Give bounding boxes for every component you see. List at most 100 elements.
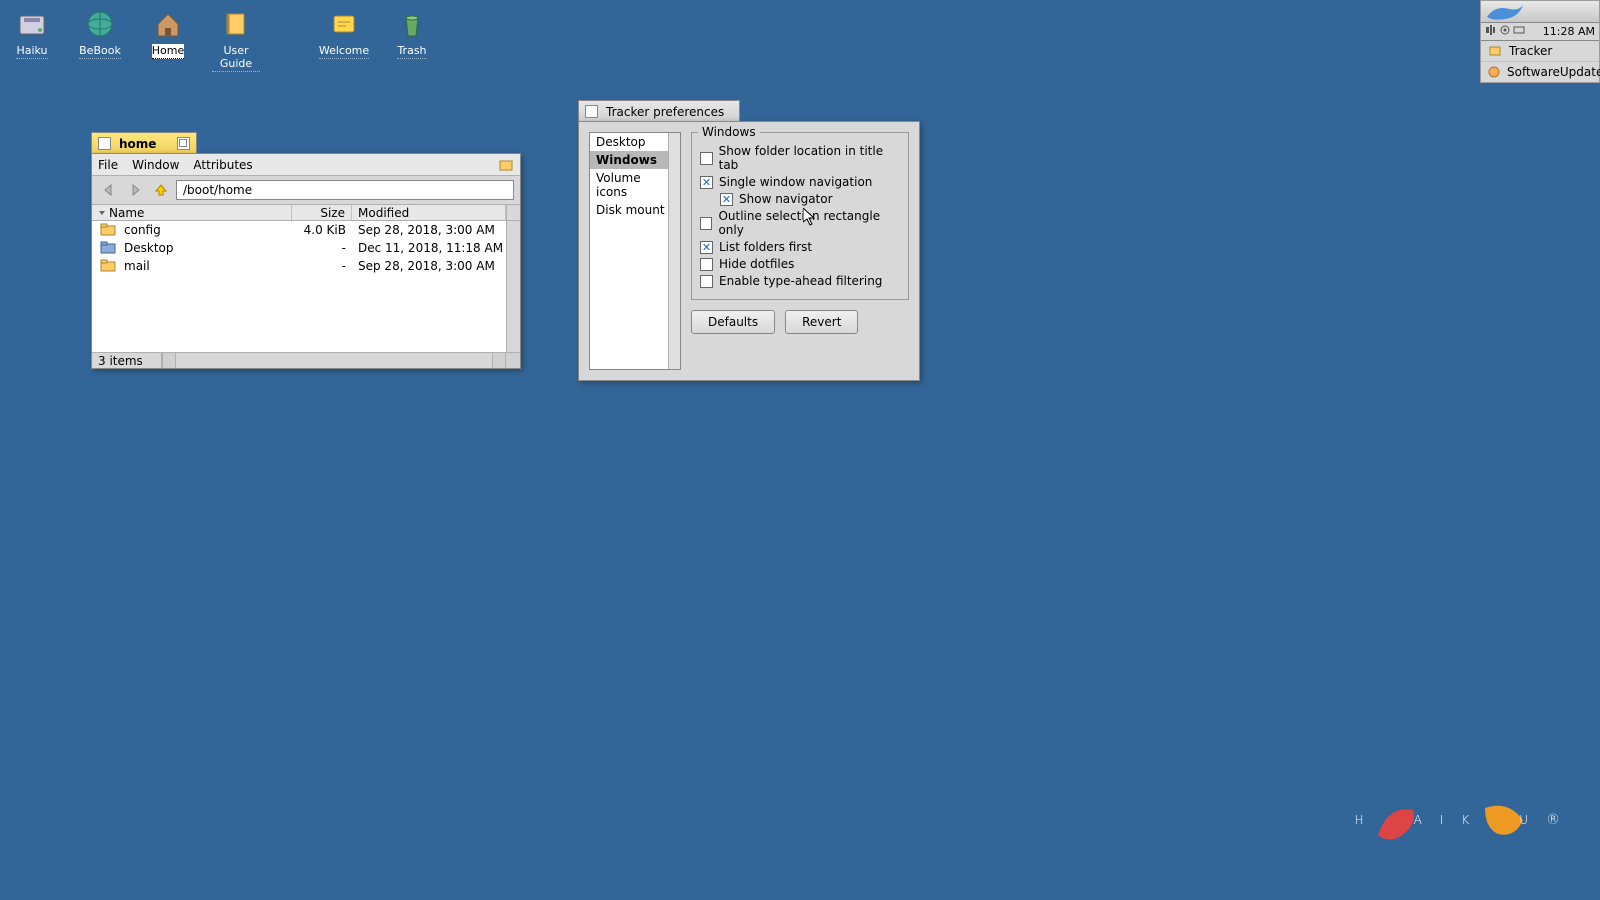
nav-back-button[interactable]: [98, 180, 120, 200]
checkbox-label: Show folder location in title tab: [719, 144, 900, 172]
tray-keyboard-icon[interactable]: [1513, 24, 1525, 39]
folder-icon: [92, 259, 124, 273]
file-row[interactable]: Desktop - Dec 11, 2018, 11:18 AM: [92, 239, 520, 257]
file-name: Desktop: [124, 241, 292, 255]
deskbar: 11:28 AM Tracker SoftwareUpdater: [1480, 0, 1600, 83]
disk-icon: [16, 8, 48, 40]
globe-icon: [84, 8, 116, 40]
checkbox-row[interactable]: List folders first: [700, 240, 900, 254]
windows-group: Windows Show folder location in title ta…: [691, 132, 909, 300]
desktop-icon-haiku[interactable]: Haiku: [8, 8, 56, 72]
desktop-icon-trash[interactable]: Trash: [388, 8, 436, 72]
statusbar: 3 items: [92, 352, 520, 368]
column-modified[interactable]: Modified: [352, 205, 506, 220]
prefs-category-diskmount[interactable]: Disk mount: [590, 201, 680, 219]
icon-label: Haiku: [16, 44, 47, 59]
tray-network-icon[interactable]: [1499, 24, 1511, 39]
file-modified: Sep 28, 2018, 3:00 AM: [352, 223, 520, 237]
tracker-home-tab[interactable]: home: [91, 132, 197, 154]
scroll-up-button[interactable]: [506, 205, 520, 220]
updater-app-icon: [1487, 64, 1501, 80]
file-modified: Sep 28, 2018, 3:00 AM: [352, 259, 520, 273]
revert-button[interactable]: Revert: [785, 310, 858, 334]
prefs-category-list[interactable]: Desktop Windows Volume icons Disk mount: [589, 132, 681, 370]
favorites-icon[interactable]: [498, 157, 514, 173]
path-input[interactable]: [176, 180, 514, 200]
checkbox[interactable]: [700, 217, 712, 230]
home-icon: [152, 8, 184, 40]
nav-forward-button[interactable]: [124, 180, 146, 200]
checkbox-row[interactable]: Show folder location in title tab: [700, 144, 900, 172]
file-list[interactable]: config 4.0 KiB Sep 28, 2018, 3:00 AM Des…: [92, 221, 520, 352]
navigator-bar: [92, 176, 520, 205]
resize-handle[interactable]: [506, 353, 520, 368]
folder-icon: [92, 241, 124, 255]
desktop-icon-welcome[interactable]: Welcome: [320, 8, 368, 72]
icon-label: Home: [152, 44, 184, 59]
folder-icon: [92, 223, 124, 237]
group-label: Windows: [698, 125, 760, 139]
close-button[interactable]: [585, 105, 598, 118]
window-title: home: [119, 137, 156, 151]
menu-window[interactable]: Window: [132, 158, 179, 172]
checkbox-row[interactable]: Outline selection rectangle only: [700, 209, 900, 237]
icon-label: Trash: [397, 44, 426, 59]
defaults-button[interactable]: Defaults: [691, 310, 775, 334]
prefs-category-desktop[interactable]: Desktop: [590, 133, 680, 151]
scroll-left-button[interactable]: [162, 353, 176, 368]
checkbox[interactable]: [700, 152, 713, 165]
checkbox[interactable]: [720, 193, 733, 206]
deskbar-item-label: Tracker: [1509, 44, 1552, 58]
checkbox-row[interactable]: Enable type-ahead filtering: [700, 274, 900, 288]
checkbox-label: Enable type-ahead filtering: [719, 274, 882, 288]
scroll-right-button[interactable]: [492, 353, 506, 368]
prefs-category-windows[interactable]: Windows: [590, 151, 680, 169]
checkbox-row[interactable]: Single window navigation: [700, 175, 900, 189]
zoom-button[interactable]: [177, 137, 190, 150]
deskbar-item-tracker[interactable]: Tracker: [1481, 41, 1599, 62]
checkbox[interactable]: [700, 258, 713, 271]
checkbox-label: List folders first: [719, 240, 812, 254]
column-size[interactable]: Size: [292, 205, 352, 220]
checkbox-row[interactable]: Hide dotfiles: [700, 257, 900, 271]
welcome-icon: [328, 8, 360, 40]
deskbar-item-softwareupdater[interactable]: SoftwareUpdater: [1481, 62, 1599, 82]
trash-icon: [396, 8, 428, 40]
file-row[interactable]: config 4.0 KiB Sep 28, 2018, 3:00 AM: [92, 221, 520, 239]
list-scrollbar[interactable]: [668, 133, 680, 369]
icon-label: Welcome: [319, 44, 369, 59]
checkbox[interactable]: [700, 176, 713, 189]
desktop-icons: Haiku BeBook Home User Guide Welcome Tra…: [8, 8, 436, 72]
file-name: config: [124, 223, 292, 237]
deskbar-item-label: SoftwareUpdater: [1507, 65, 1600, 79]
checkbox-label: Single window navigation: [719, 175, 872, 189]
checkbox[interactable]: [700, 275, 713, 288]
item-count: 3 items: [92, 353, 162, 368]
checkbox-row[interactable]: Show navigator: [720, 192, 900, 206]
prefs-window-tab[interactable]: Tracker preferences: [578, 100, 740, 122]
book-icon: [220, 8, 252, 40]
haiku-leaf-icon: [1485, 3, 1525, 21]
window-title: Tracker preferences: [606, 105, 724, 119]
deskbar-menu-button[interactable]: [1481, 1, 1599, 23]
close-button[interactable]: [98, 137, 111, 150]
desktop-icon-home[interactable]: Home: [144, 8, 192, 72]
desktop-icon-bebook[interactable]: BeBook: [76, 8, 124, 72]
button-row: Defaults Revert: [691, 310, 909, 334]
vertical-scrollbar[interactable]: [506, 221, 520, 352]
menu-attributes[interactable]: Attributes: [193, 158, 252, 172]
checkbox-label: Hide dotfiles: [719, 257, 794, 271]
column-name[interactable]: Name: [92, 205, 292, 220]
file-columns-header: Name Size Modified: [92, 205, 520, 221]
checkbox[interactable]: [700, 241, 713, 254]
nav-up-button[interactable]: [150, 180, 172, 200]
deskbar-tray: 11:28 AM: [1481, 23, 1599, 41]
horizontal-scrollbar[interactable]: [162, 353, 506, 368]
prefs-category-volumeicons[interactable]: Volume icons: [590, 169, 680, 201]
desktop-icon-userguide[interactable]: User Guide: [212, 8, 260, 72]
tray-volume-icon[interactable]: [1485, 24, 1497, 39]
haiku-logo: H A I K U ®: [1355, 790, 1560, 850]
file-row[interactable]: mail - Sep 28, 2018, 3:00 AM: [92, 257, 520, 275]
menu-file[interactable]: File: [98, 158, 118, 172]
deskbar-clock[interactable]: 11:28 AM: [1543, 25, 1595, 38]
